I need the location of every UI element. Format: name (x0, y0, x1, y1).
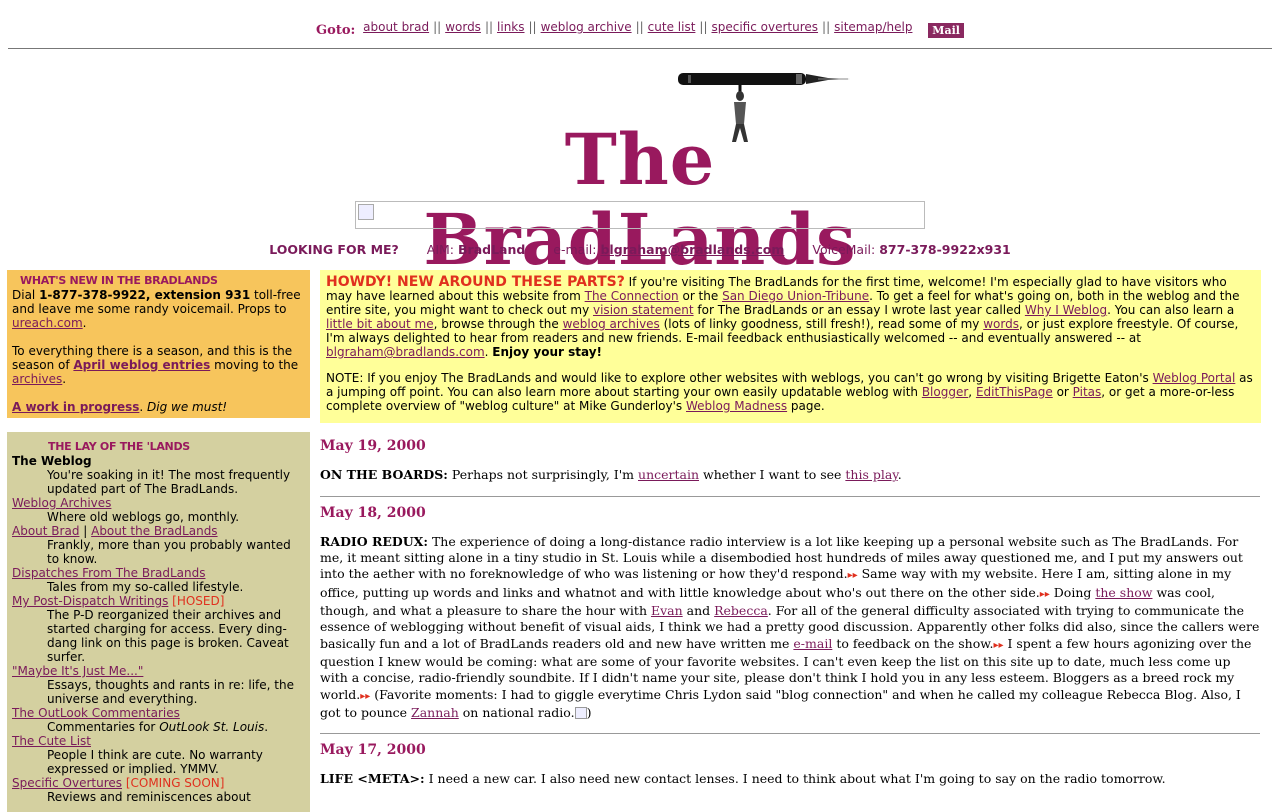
sidebar-item-cute-list[interactable]: The Cute List (12, 734, 91, 748)
coming-soon-tag: [COMING SOON] (122, 776, 225, 790)
sidebar-desc: The P-D reorganized their archives and s… (47, 608, 289, 664)
welcome-email-link[interactable]: blgraham@bradlands.com (326, 345, 485, 359)
aim-label: AIM: (426, 242, 455, 257)
broken-image-icon (358, 204, 374, 220)
sidebar-item-post-dispatch[interactable]: My Post-Dispatch Writings (12, 594, 168, 608)
top-divider (8, 48, 1272, 49)
april-entries-link[interactable]: April weblog entries (73, 358, 210, 372)
work-in-progress-link[interactable]: A work in progress (12, 400, 139, 414)
hosed-tag: [HOSED] (168, 594, 225, 608)
entry-email-link[interactable]: e-mail (793, 636, 832, 651)
sidebar-item-weblog-archives[interactable]: Weblog Archives (12, 496, 111, 510)
entry-date: May 19, 2000 (320, 438, 426, 454)
lay-heading: The Lay Of The 'Lands (48, 440, 190, 453)
zannah-link[interactable]: Zannah (411, 705, 459, 720)
entry-date: May 18, 2000 (320, 504, 426, 521)
whats-new-season: To everything there is a season, and thi… (12, 344, 299, 386)
welcome-paragraph: HOWDY! NEW AROUND THESE PARTS? If you're… (326, 274, 1240, 359)
editthispage-link[interactable]: EditThisPage (976, 385, 1053, 399)
nav-specific-overtures[interactable]: specific overtures (712, 20, 819, 34)
sidebar-desc: Frankly, more than you probably wanted t… (47, 538, 291, 566)
nav-about-brad[interactable]: about brad (363, 20, 429, 34)
mail-button[interactable]: Mail (928, 23, 964, 38)
nav-separator: || (528, 20, 537, 34)
nav-sitemap-help[interactable]: sitemap/help (834, 20, 912, 34)
banner-ad[interactable] (355, 201, 925, 229)
sidebar-item-about-brad[interactable]: About Brad (12, 524, 79, 538)
double-arrow-icon: ▸▸ (993, 639, 1004, 651)
sidebar-item-dispatches[interactable]: Dispatches From The BradLands (12, 566, 205, 580)
sidebar-desc: Essays, thoughts and rants in re: life, … (47, 678, 294, 706)
contact-line: LOOKING FOR ME? AIM: BradLand e-mail: bl… (0, 242, 1280, 257)
whats-new-box: What's New In The BradLands Dial 1-877-3… (7, 270, 310, 418)
archives-link[interactable]: archives (12, 372, 62, 386)
sidebar-desc: Tales from my so-called lifestyle. (47, 580, 244, 594)
rebecca-link[interactable]: Rebecca (714, 603, 768, 618)
why-i-weblog-link[interactable]: Why I Weblog (1025, 303, 1107, 317)
looking-label: LOOKING FOR ME? (269, 242, 399, 257)
entry-divider (320, 495, 1260, 497)
sidebar-item-maybe-its-just-me[interactable]: "Maybe It's Just Me..." (12, 664, 143, 678)
whats-new-heading: What's New In The BradLands (20, 274, 218, 287)
the-connection-link[interactable]: The Connection (585, 289, 679, 303)
nav-separator: || (822, 20, 831, 34)
ureach-link[interactable]: ureach.com (12, 316, 83, 330)
evan-link[interactable]: Evan (651, 603, 683, 618)
pitas-link[interactable]: Pitas (1073, 385, 1102, 399)
note-paragraph: NOTE: If you enjoy The BradLands and wou… (326, 371, 1253, 413)
weblog-content: May 19, 2000 ON THE BOARDS: Perhaps not … (320, 430, 1260, 788)
top-navigation: Goto: about brad || words || links || weblog a… (0, 20, 1280, 38)
entry-date: May 17, 2000 (320, 742, 426, 759)
contact-email-link[interactable]: blgraham@bradlands.com (600, 242, 784, 257)
sidebar-desc: People I think are cute. No warranty exp… (47, 748, 263, 776)
smiley-icon (574, 707, 587, 720)
sidebar-item-about-bradlands[interactable]: About the BradLands (91, 524, 217, 538)
weblog-madness-link[interactable]: Weblog Madness (686, 399, 787, 413)
weblog-entry: LIFE <META>: I need a new car. I also ne… (320, 771, 1166, 787)
uncertain-link[interactable]: uncertain (638, 467, 699, 482)
nav-links[interactable]: links (497, 20, 524, 34)
weblog-entry: RADIO REDUX: The experience of doing a l… (320, 533, 1260, 720)
nav-separator: || (433, 20, 442, 34)
this-play-link[interactable]: this play (845, 467, 897, 482)
nav-cute-list[interactable]: cute list (648, 20, 696, 34)
weblog-archives-link[interactable]: weblog archives (563, 317, 660, 331)
the-show-link[interactable]: the show (1095, 585, 1152, 600)
aim-handle: BradLand (458, 242, 526, 257)
email-label: e-mail: (553, 242, 597, 257)
nav-words[interactable]: words (445, 20, 481, 34)
goto-label: Goto: (316, 23, 356, 38)
blogger-link[interactable]: Blogger (922, 385, 968, 399)
nav-separator: || (699, 20, 708, 34)
sidebar-item-outlook[interactable]: The OutLook Commentaries (12, 706, 180, 720)
nav-separator: || (484, 20, 494, 34)
fountain-pen-icon (678, 73, 850, 85)
sidebar-desc: You're soaking in it! The most frequentl… (47, 468, 291, 496)
sidebar-desc: Commentaries for OutLook St. Louis. (47, 720, 269, 734)
welcome-box: HOWDY! NEW AROUND THESE PARTS? If you're… (320, 270, 1261, 423)
weblog-entry: ON THE BOARDS: Perhaps not surprisingly,… (320, 467, 902, 483)
double-arrow-icon: ▸▸ (1039, 588, 1050, 600)
sidebar-item-specific-overtures[interactable]: Specific Overtures (12, 776, 122, 790)
union-tribune-link[interactable]: San Diego Union-Tribune (722, 289, 869, 303)
voicemail-label: VoiceMail: (812, 242, 876, 257)
vision-statement-link[interactable]: vision statement (593, 303, 694, 317)
double-arrow-icon: ▸▸ (360, 690, 371, 702)
welcome-heading: HOWDY! NEW AROUND THESE PARTS? (326, 274, 625, 290)
words-link[interactable]: words (983, 317, 1019, 331)
lay-of-the-lands-box: The Lay Of The 'Lands The Weblog You're … (7, 432, 310, 812)
nav-weblog-archive[interactable]: weblog archive (541, 20, 632, 34)
weblog-portal-link[interactable]: Weblog Portal (1153, 371, 1236, 385)
entry-divider (320, 733, 1260, 735)
voicemail-number: 877-378-9922x931 (879, 242, 1011, 257)
site-logo[interactable]: The BradLands (360, 70, 920, 280)
whats-new-voicemail: Dial 1-877-378-9922, extension 931 toll-… (12, 288, 301, 330)
nav-separator: || (635, 20, 644, 34)
sidebar-item-weblog: The Weblog (12, 454, 92, 468)
little-bit-about-me-link[interactable]: little bit about me (326, 317, 434, 331)
double-arrow-icon: ▸▸ (847, 570, 858, 582)
sidebar-desc: Reviews and reminiscences about (47, 790, 251, 804)
whats-new-progress: A work in progress. Dig we must! (12, 400, 228, 414)
sidebar-desc: Where old weblogs go, monthly. (47, 510, 240, 524)
